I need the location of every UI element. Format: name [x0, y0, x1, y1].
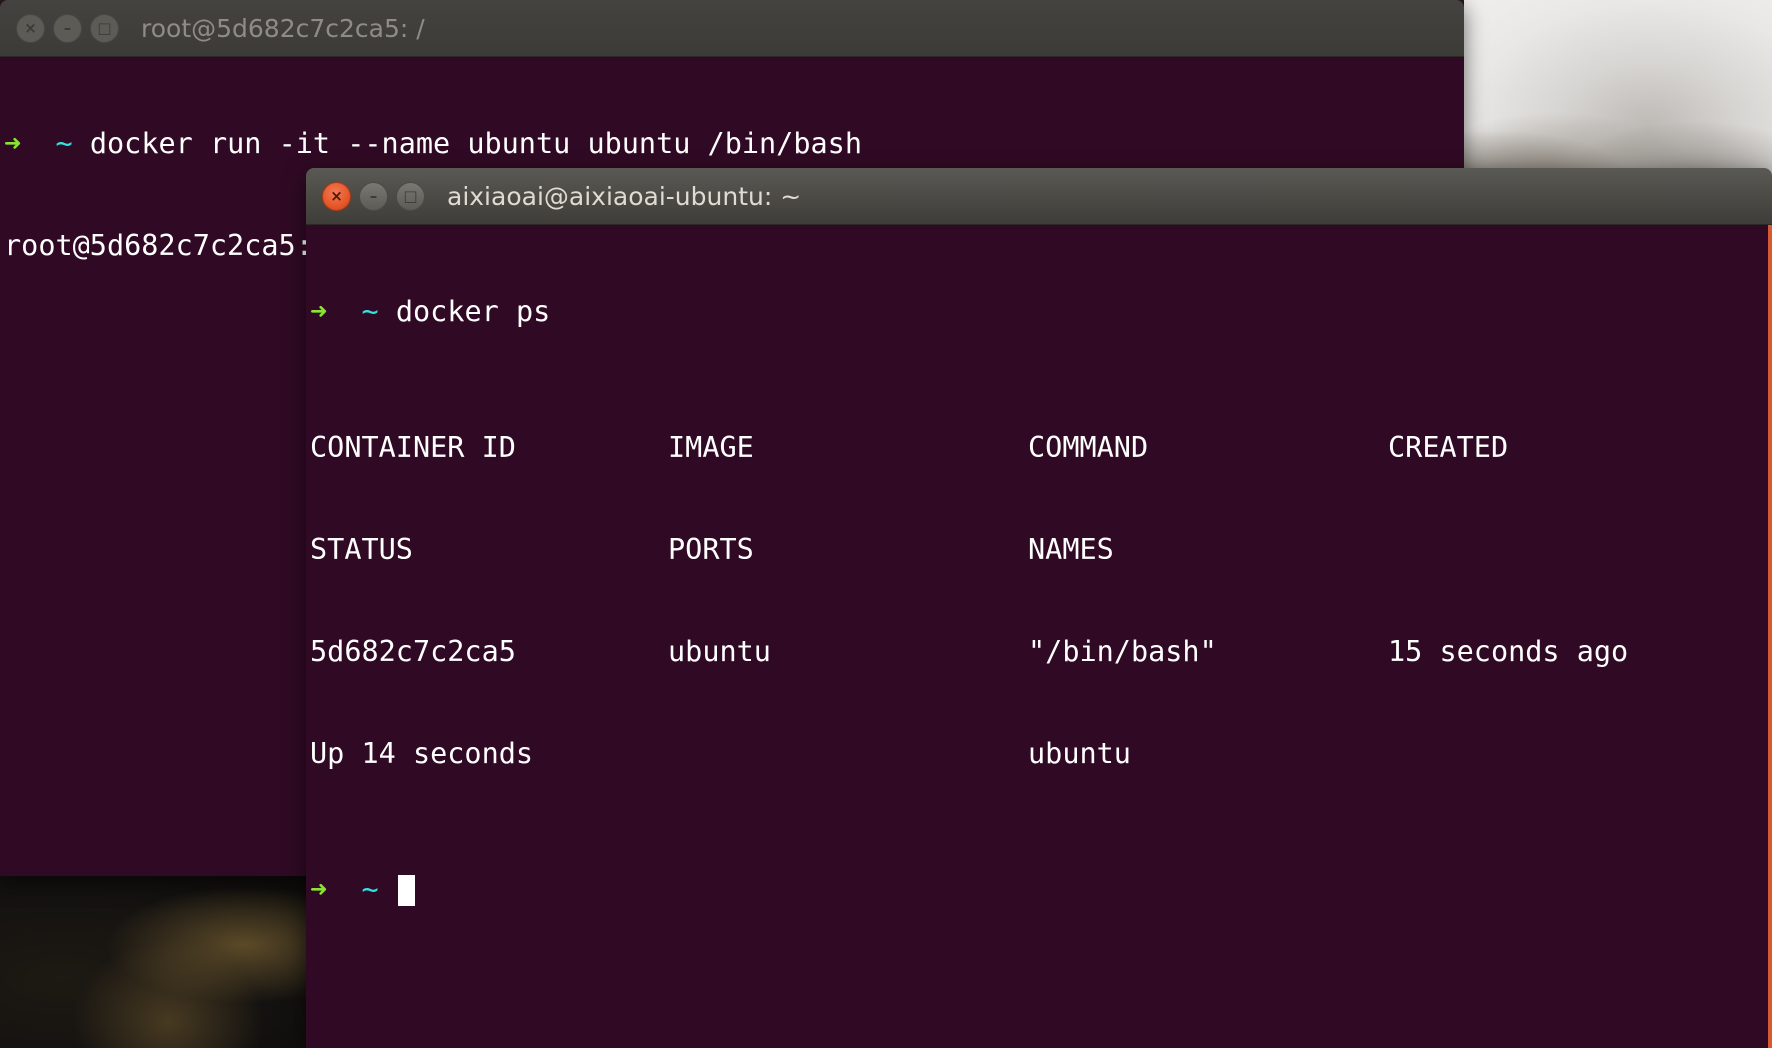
window-title: aixiaoai@aixiaoai-ubuntu: ~ — [447, 181, 802, 211]
header-ports: PORTS — [668, 533, 754, 566]
prompt-line: ➜ ~ — [310, 873, 1772, 907]
prompt-dir: ~ — [361, 295, 379, 328]
cell-created: 15 seconds ago — [1388, 635, 1629, 668]
cursor — [397, 875, 415, 906]
titlebar[interactable]: × – □ root@5d682c7c2ca5: / — [0, 0, 1464, 57]
command-line: ➜ ~ docker ps — [310, 295, 1772, 329]
close-button[interactable]: × — [322, 181, 351, 211]
cell-container-id: 5d682c7c2ca5 — [310, 635, 516, 668]
cell-command: "/bin/bash" — [1028, 635, 1217, 668]
command-text: docker run -it --name ubuntu ubuntu /bin… — [89, 127, 862, 160]
close-button[interactable]: × — [16, 13, 45, 43]
maximize-icon: □ — [403, 186, 418, 205]
prompt-dir: ~ — [361, 873, 379, 906]
terminal-window-front[interactable]: × – □ aixiaoai@aixiaoai-ubuntu: ~ ➜ ~ do… — [306, 168, 1772, 1048]
minimize-button[interactable]: – — [53, 13, 82, 43]
close-icon: × — [330, 186, 343, 205]
window-edge-highlight — [1768, 225, 1772, 1048]
maximize-button[interactable]: □ — [396, 181, 425, 211]
header-image: IMAGE — [668, 431, 754, 464]
cell-status: Up 14 seconds — [310, 737, 534, 770]
minimize-button[interactable]: – — [359, 181, 388, 211]
window-controls: × – □ — [0, 13, 119, 43]
window-controls: × – □ — [306, 181, 425, 211]
maximize-icon: □ — [97, 18, 112, 37]
prompt-arrow-icon: ➜ — [310, 295, 328, 328]
desktop-wallpaper-top-right — [1464, 0, 1772, 180]
wallpaper-trees — [1464, 80, 1772, 180]
desktop-wallpaper-bottom-left — [0, 876, 306, 1048]
command-line: ➜ ~ docker run -it --name ubuntu ubuntu … — [4, 127, 1464, 161]
minimize-icon: – — [63, 18, 72, 37]
header-created: CREATED — [1388, 431, 1509, 464]
header-command: COMMAND — [1028, 431, 1149, 464]
cell-image: ubuntu — [668, 635, 771, 668]
titlebar[interactable]: × – □ aixiaoai@aixiaoai-ubuntu: ~ — [306, 168, 1772, 225]
header-status: STATUS — [310, 533, 413, 566]
prompt-arrow-icon: ➜ — [310, 873, 328, 906]
terminal-output[interactable]: ➜ ~ docker ps CONTAINER ID IMAGE COMMAND… — [306, 225, 1772, 1048]
prompt-arrow-icon: ➜ — [4, 127, 22, 160]
table-row-1: 5d682c7c2ca5 ubuntu "/bin/bash" 15 secon… — [310, 635, 1772, 669]
cell-names: ubuntu — [1028, 737, 1131, 770]
prompt-dir: ~ — [55, 127, 73, 160]
command-text: docker ps — [395, 295, 551, 328]
table-row-2: Up 14 seconds ubuntu — [310, 737, 1772, 771]
maximize-button[interactable]: □ — [90, 13, 119, 43]
window-title: root@5d682c7c2ca5: / — [141, 13, 425, 43]
table-header-row-1: CONTAINER ID IMAGE COMMAND CREATED — [310, 431, 1772, 465]
header-names: NAMES — [1028, 533, 1114, 566]
header-container-id: CONTAINER ID — [310, 431, 516, 464]
table-header-row-2: STATUS PORTS NAMES — [310, 533, 1772, 567]
close-icon: × — [24, 18, 37, 37]
minimize-icon: – — [369, 186, 378, 205]
